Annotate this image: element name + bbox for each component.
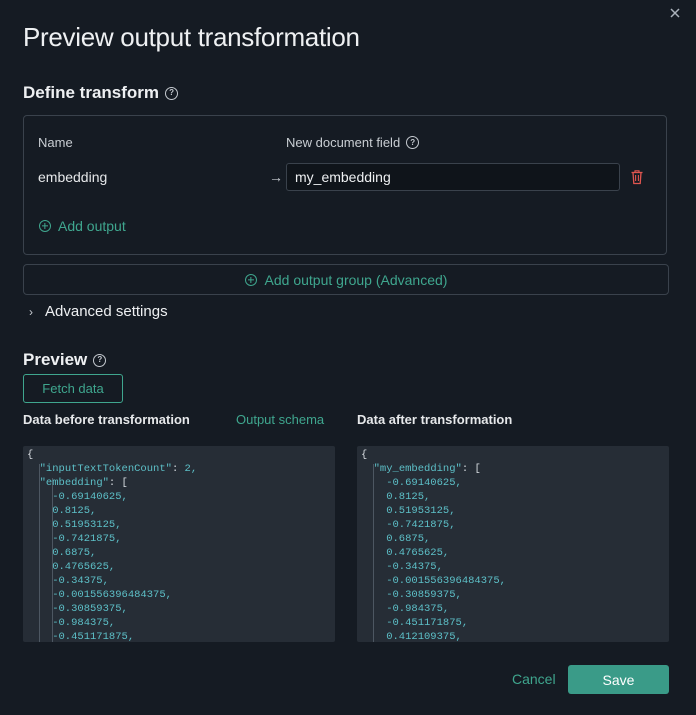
data-after-label: Data after transformation <box>357 412 513 427</box>
code-line: "inputTextTokenCount": 2, <box>39 463 198 475</box>
add-output-button[interactable]: Add output <box>39 218 126 234</box>
output-schema-link[interactable]: Output schema <box>236 412 324 427</box>
code-line: 0.51953125, <box>27 519 122 531</box>
code-line: "my_embedding": [ <box>373 463 481 475</box>
trash-icon[interactable] <box>630 169 644 185</box>
fetch-data-button[interactable]: Fetch data <box>23 374 123 403</box>
code-line: 0.51953125, <box>361 505 456 517</box>
code-line: -0.001556396484375, <box>361 575 506 587</box>
code-line: 0.8125, <box>361 491 431 503</box>
code-line: 0.8125, <box>27 505 97 517</box>
arrow-right-icon: → <box>269 169 283 185</box>
cancel-button[interactable]: Cancel <box>506 670 562 688</box>
add-output-group-label: Add output group (Advanced) <box>264 271 448 288</box>
new-document-field-input[interactable] <box>286 163 620 191</box>
code-line: 0.6875, <box>361 533 431 545</box>
code-line: -0.451171875, <box>361 617 469 629</box>
chevron-right-icon: › <box>29 304 33 319</box>
code-line: 0.4765625, <box>27 561 116 573</box>
dialog-title: Preview output transformation <box>23 22 360 52</box>
plus-circle-icon <box>244 273 257 286</box>
code-line: -0.34375, <box>361 561 443 573</box>
code-line: -0.30859375, <box>27 603 128 615</box>
question-circle-icon[interactable]: ? <box>93 353 107 367</box>
code-line: 0.4765625, <box>361 547 450 559</box>
code-line: { <box>27 449 34 461</box>
code-line: "embedding": [ <box>39 477 128 489</box>
data-before-label: Data before transformation <box>23 412 190 427</box>
add-output-label: Add output <box>58 218 126 234</box>
close-button[interactable] <box>668 6 682 20</box>
save-button[interactable]: Save <box>568 665 669 694</box>
name-column-label: Name <box>38 135 73 150</box>
code-line: -0.69140625, <box>361 477 462 489</box>
add-output-group-button[interactable]: Add output group (Advanced) <box>23 264 669 295</box>
code-line: -0.984375, <box>361 603 450 615</box>
data-after-code: { "my_embedding": [ -0.69140625, 0.8125,… <box>361 448 669 642</box>
new-field-column-header: New document field ? <box>286 135 420 150</box>
define-transform-heading: Define transform ? <box>23 83 179 103</box>
transform-definition-panel: Name New document field ? embedding → Ad… <box>23 115 667 255</box>
name-column-header: Name <box>38 135 73 150</box>
data-before-code-panel[interactable]: { "inputTextTokenCount": 2, "embedding":… <box>23 446 335 642</box>
advanced-settings-toggle[interactable]: › Advanced settings <box>29 303 168 320</box>
code-line: -0.7421875, <box>361 519 456 531</box>
code-line: -0.69140625, <box>27 491 128 503</box>
advanced-settings-label: Advanced settings <box>45 303 168 320</box>
code-line: -0.001556396484375, <box>27 589 172 601</box>
data-after-code-panel[interactable]: { "my_embedding": [ -0.69140625, 0.8125,… <box>357 446 669 642</box>
code-line: -0.451171875, <box>27 631 135 642</box>
plus-circle-icon <box>39 220 51 232</box>
code-line: -0.984375, <box>27 617 116 629</box>
code-line: -0.30859375, <box>361 589 462 601</box>
preview-title: Preview <box>23 350 88 369</box>
code-line: 0.412109375, <box>361 631 462 642</box>
data-before-code: { "inputTextTokenCount": 2, "embedding":… <box>27 448 335 642</box>
new-field-column-label: New document field <box>286 135 401 150</box>
code-line: 0.6875, <box>27 547 97 559</box>
code-line: -0.34375, <box>27 575 109 587</box>
output-field-name: embedding <box>38 169 108 185</box>
define-transform-title: Define transform <box>23 83 160 102</box>
question-circle-icon[interactable]: ? <box>406 136 420 149</box>
preview-heading: Preview ? <box>23 350 107 370</box>
code-line: -0.7421875, <box>27 533 122 545</box>
code-line: { <box>361 449 368 461</box>
close-icon <box>670 8 680 18</box>
question-circle-icon[interactable]: ? <box>165 86 179 100</box>
